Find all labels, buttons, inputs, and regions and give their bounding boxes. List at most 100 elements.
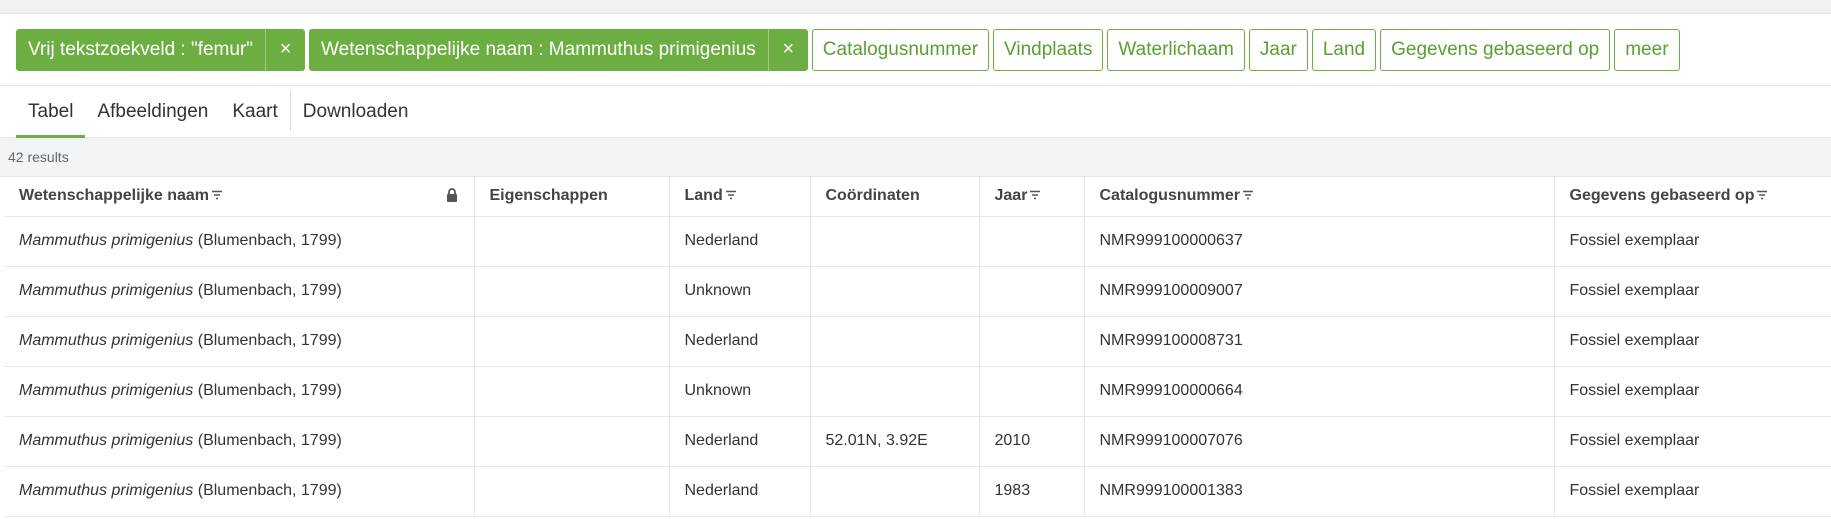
results-count: 42 results bbox=[0, 138, 1831, 177]
cell-catalogusnummer: NMR999100000637 bbox=[1084, 216, 1555, 267]
filter-sort-icon[interactable] bbox=[211, 187, 223, 205]
table-row[interactable]: Mammuthus primigenius (Blumenbach, 1799)… bbox=[4, 266, 1831, 317]
active-filter-chip-text: Vrij tekstzoekveld : "femur" × bbox=[16, 28, 306, 71]
cell-eigenschappen bbox=[474, 316, 670, 367]
column-header-land[interactable]: Land bbox=[669, 177, 811, 217]
column-header-gegevens-gebaseerd-op[interactable]: Gegevens gebaseerd op bbox=[1554, 177, 1831, 217]
cell-jaar: 2010 bbox=[979, 416, 1085, 467]
table-row[interactable]: Mammuthus primigenius (Blumenbach, 1799)… bbox=[4, 466, 1831, 517]
cell-eigenschappen bbox=[474, 416, 670, 467]
cell-eigenschappen bbox=[474, 466, 670, 517]
lock-icon[interactable] bbox=[446, 188, 458, 207]
cell-coordinaten bbox=[810, 366, 980, 417]
species-name: Mammuthus primigenius bbox=[19, 382, 194, 399]
species-author: (Blumenbach, 1799) bbox=[197, 482, 342, 499]
filter-jaar-button[interactable]: Jaar bbox=[1248, 28, 1308, 71]
filter-sort-icon[interactable] bbox=[725, 187, 737, 205]
species-name: Mammuthus primigenius bbox=[19, 282, 194, 299]
cell-gegevens-gebaseerd-op: Fossiel exemplaar bbox=[1554, 266, 1831, 317]
column-header-wetenschappelijke-naam[interactable]: Wetenschappelijke naam bbox=[4, 177, 475, 217]
table-row[interactable]: Mammuthus primigenius (Blumenbach, 1799)… bbox=[4, 366, 1831, 417]
close-icon[interactable]: × bbox=[265, 28, 305, 71]
cell-gegevens-gebaseerd-op: Fossiel exemplaar bbox=[1554, 466, 1831, 517]
column-header-label: Jaar bbox=[994, 187, 1028, 205]
cell-species[interactable]: Mammuthus primigenius (Blumenbach, 1799) bbox=[4, 366, 475, 417]
cell-land: Nederland bbox=[669, 466, 811, 517]
cell-species[interactable]: Mammuthus primigenius (Blumenbach, 1799) bbox=[4, 416, 475, 467]
cell-catalogusnummer: NMR999100000664 bbox=[1084, 366, 1555, 417]
column-header-eigenschappen[interactable]: Eigenschappen bbox=[474, 177, 670, 217]
species-name: Mammuthus primigenius bbox=[19, 432, 194, 449]
cell-catalogusnummer: NMR999100009007 bbox=[1084, 266, 1555, 317]
table-row[interactable]: Mammuthus primigenius (Blumenbach, 1799)… bbox=[4, 316, 1831, 367]
cell-coordinaten bbox=[810, 266, 980, 317]
species-author: (Blumenbach, 1799) bbox=[197, 282, 342, 299]
cell-land: Nederland bbox=[669, 216, 811, 267]
cell-catalogusnummer: NMR999100007076 bbox=[1084, 416, 1555, 467]
tab-kaart[interactable]: Kaart bbox=[220, 86, 289, 137]
view-tabs: Tabel Afbeeldingen Kaart Downloaden bbox=[0, 86, 1831, 138]
column-header-catalogusnummer[interactable]: Catalogusnummer bbox=[1084, 177, 1555, 217]
tab-tabel[interactable]: Tabel bbox=[16, 86, 86, 138]
cell-species[interactable]: Mammuthus primigenius (Blumenbach, 1799) bbox=[4, 316, 475, 367]
cell-species[interactable]: Mammuthus primigenius (Blumenbach, 1799) bbox=[4, 266, 475, 317]
filter-vindplaats-button[interactable]: Vindplaats bbox=[993, 28, 1104, 71]
column-header-label: Catalogusnummer bbox=[1099, 187, 1240, 205]
cell-species[interactable]: Mammuthus primigenius (Blumenbach, 1799) bbox=[4, 216, 475, 267]
cell-jaar bbox=[979, 216, 1085, 267]
table-row[interactable]: Mammuthus primigenius (Blumenbach, 1799)… bbox=[4, 216, 1831, 267]
cell-eigenschappen bbox=[474, 266, 670, 317]
close-icon[interactable]: × bbox=[767, 28, 808, 71]
species-name: Mammuthus primigenius bbox=[19, 232, 194, 249]
column-header-label: Gegevens gebaseerd op bbox=[1569, 187, 1755, 205]
species-author: (Blumenbach, 1799) bbox=[197, 332, 342, 349]
filter-catalogusnummer-button[interactable]: Catalogusnummer bbox=[811, 28, 990, 71]
cell-species[interactable]: Mammuthus primigenius (Blumenbach, 1799) bbox=[4, 466, 475, 517]
cell-gegevens-gebaseerd-op: Fossiel exemplaar bbox=[1554, 316, 1831, 367]
cell-jaar bbox=[979, 366, 1085, 417]
cell-catalogusnummer: NMR999100008731 bbox=[1084, 316, 1555, 367]
cell-land: Nederland bbox=[669, 416, 811, 467]
filter-gegevens-button[interactable]: Gegevens gebaseerd op bbox=[1380, 28, 1611, 71]
cell-eigenschappen bbox=[474, 216, 670, 267]
cell-gegevens-gebaseerd-op: Fossiel exemplaar bbox=[1554, 416, 1831, 467]
species-name: Mammuthus primigenius bbox=[19, 332, 194, 349]
species-author: (Blumenbach, 1799) bbox=[197, 432, 342, 449]
filter-sort-icon[interactable] bbox=[1029, 187, 1041, 205]
cell-gegevens-gebaseerd-op: Fossiel exemplaar bbox=[1554, 216, 1831, 267]
filter-land-button[interactable]: Land bbox=[1311, 28, 1377, 71]
active-filter-label[interactable]: Vrij tekstzoekveld : "femur" bbox=[16, 29, 265, 71]
tab-afbeeldingen[interactable]: Afbeeldingen bbox=[85, 86, 220, 137]
table-row[interactable]: Mammuthus primigenius (Blumenbach, 1799)… bbox=[4, 416, 1831, 467]
cell-gegevens-gebaseerd-op: Fossiel exemplaar bbox=[1554, 366, 1831, 417]
active-filter-chip-species: Wetenschappelijke naam : Mammuthus primi… bbox=[309, 28, 808, 71]
cell-coordinaten: 52.01N, 3.92E bbox=[810, 416, 980, 467]
column-header-label: Wetenschappelijke naam bbox=[19, 187, 209, 205]
table-header-row: Wetenschappelijke naam Eigenschappen Lan… bbox=[4, 177, 1831, 217]
filter-bar: Vrij tekstzoekveld : "femur" × Wetenscha… bbox=[0, 14, 1831, 86]
filter-sort-icon[interactable] bbox=[1756, 187, 1768, 205]
column-header-label: Land bbox=[684, 187, 723, 205]
cell-coordinaten bbox=[810, 466, 980, 517]
column-header-jaar[interactable]: Jaar bbox=[979, 177, 1085, 217]
cell-land: Nederland bbox=[669, 316, 811, 367]
cell-coordinaten bbox=[810, 316, 980, 367]
cell-land: Unknown bbox=[669, 266, 811, 317]
cell-jaar bbox=[979, 316, 1085, 367]
cell-jaar: 1983 bbox=[979, 466, 1085, 517]
species-author: (Blumenbach, 1799) bbox=[197, 382, 342, 399]
results-table: Wetenschappelijke naam Eigenschappen Lan… bbox=[4, 177, 1831, 517]
cell-land: Unknown bbox=[669, 366, 811, 417]
cell-jaar bbox=[979, 266, 1085, 317]
cell-eigenschappen bbox=[474, 366, 670, 417]
filter-waterlichaam-button[interactable]: Waterlichaam bbox=[1107, 28, 1245, 71]
species-author: (Blumenbach, 1799) bbox=[197, 232, 342, 249]
cell-catalogusnummer: NMR999100001383 bbox=[1084, 466, 1555, 517]
filter-meer-button[interactable]: meer bbox=[1614, 28, 1680, 71]
species-name: Mammuthus primigenius bbox=[19, 482, 194, 499]
column-header-coordinaten[interactable]: Coördinaten bbox=[810, 177, 980, 217]
filter-sort-icon[interactable] bbox=[1242, 187, 1254, 205]
active-filter-label[interactable]: Wetenschappelijke naam : Mammuthus primi… bbox=[309, 29, 768, 71]
tab-downloaden[interactable]: Downloaden bbox=[291, 86, 421, 137]
cell-coordinaten bbox=[810, 216, 980, 267]
